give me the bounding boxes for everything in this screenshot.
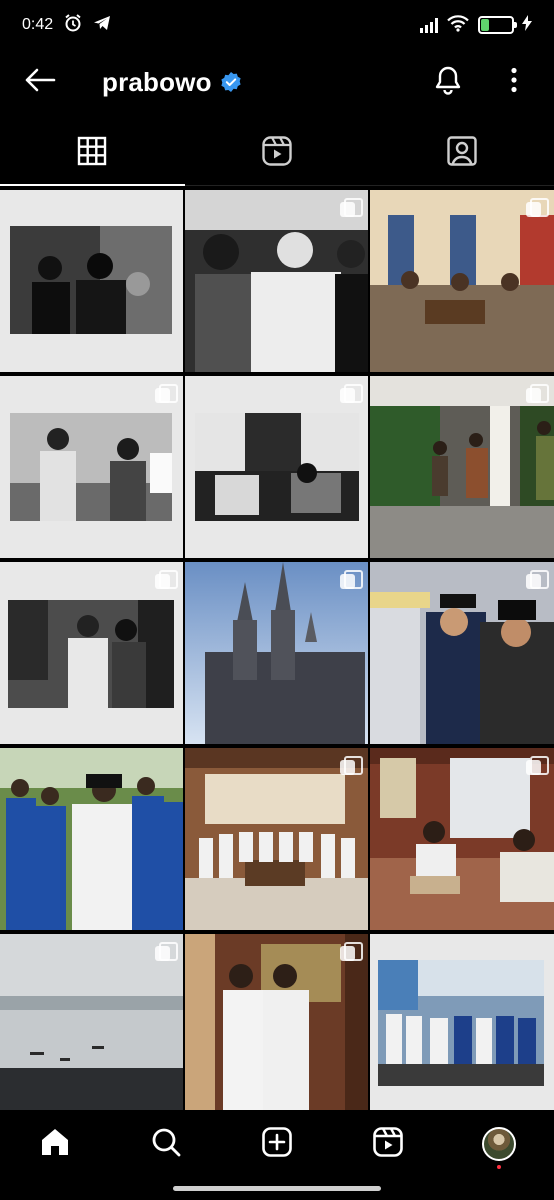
post-image xyxy=(195,413,359,521)
multiple-photos-icon xyxy=(340,942,363,962)
verified-badge-icon xyxy=(220,71,242,93)
multiple-photos-icon xyxy=(340,756,363,776)
post-image xyxy=(10,413,172,521)
post-thumbnail[interactable] xyxy=(0,748,183,930)
search-icon xyxy=(150,1126,182,1163)
profile-avatar-icon xyxy=(481,1127,516,1169)
notifications-button[interactable] xyxy=(428,62,468,102)
signal-icon xyxy=(420,17,438,33)
multiple-photos-icon xyxy=(340,198,363,218)
tab-reels[interactable] xyxy=(185,122,370,185)
post-thumbnail[interactable] xyxy=(370,190,554,372)
post-thumbnail[interactable] xyxy=(370,748,554,930)
post-thumbnail[interactable] xyxy=(370,562,554,744)
notification-dot xyxy=(496,1165,501,1169)
alarm-icon xyxy=(63,13,83,38)
grid-icon xyxy=(77,136,107,171)
multiple-photos-icon xyxy=(340,384,363,404)
nav-search[interactable] xyxy=(111,1126,222,1162)
nav-create[interactable] xyxy=(222,1126,333,1162)
post-thumbnail[interactable] xyxy=(370,376,554,558)
profile-header: prabowo xyxy=(0,50,554,114)
profile-tabs xyxy=(0,122,554,186)
clock-text: 0:42 xyxy=(22,16,54,33)
back-arrow-icon xyxy=(24,68,56,97)
battery-level-text: 30 xyxy=(489,19,503,31)
status-bar: 0:42 30 xyxy=(0,0,554,50)
post-thumbnail[interactable] xyxy=(370,934,554,1110)
telegram-icon xyxy=(93,14,111,37)
battery-icon: 30 xyxy=(478,16,517,34)
post-thumbnail[interactable] xyxy=(185,562,368,744)
nav-reels[interactable] xyxy=(332,1126,443,1162)
nav-home[interactable] xyxy=(0,1126,111,1162)
reels-icon xyxy=(261,135,293,172)
profile-username: prabowo xyxy=(102,66,212,97)
bell-icon xyxy=(434,65,462,100)
post-image xyxy=(378,960,544,1086)
tab-grid[interactable] xyxy=(0,122,185,186)
home-indicator xyxy=(173,1186,381,1191)
charging-icon xyxy=(522,14,532,36)
post-thumbnail[interactable] xyxy=(0,934,183,1110)
nav-profile[interactable] xyxy=(443,1126,554,1169)
wifi-icon xyxy=(446,14,470,37)
home-icon xyxy=(39,1126,71,1163)
post-thumbnail[interactable] xyxy=(185,376,368,558)
multiple-photos-icon xyxy=(526,570,549,590)
post-thumbnail[interactable] xyxy=(0,376,183,558)
more-vertical-icon xyxy=(510,67,518,98)
post-image xyxy=(10,226,172,334)
multiple-photos-icon xyxy=(155,942,178,962)
post-image xyxy=(8,600,174,708)
multiple-photos-icon xyxy=(340,570,363,590)
multiple-photos-icon xyxy=(526,198,549,218)
multiple-photos-icon xyxy=(526,756,549,776)
tab-tagged[interactable] xyxy=(369,122,554,185)
more-options-button[interactable] xyxy=(494,62,534,102)
multiple-photos-icon xyxy=(526,384,549,404)
post-thumbnail[interactable] xyxy=(0,562,183,744)
back-button[interactable] xyxy=(20,62,60,102)
multiple-photos-icon xyxy=(155,384,178,404)
post-image xyxy=(0,748,183,930)
post-thumbnail[interactable] xyxy=(185,748,368,930)
posts-grid xyxy=(0,190,554,1110)
tagged-person-icon xyxy=(446,135,478,172)
post-thumbnail[interactable] xyxy=(185,934,368,1110)
multiple-photos-icon xyxy=(155,570,178,590)
post-thumbnail[interactable] xyxy=(0,190,183,372)
post-thumbnail[interactable] xyxy=(185,190,368,372)
add-post-icon xyxy=(261,1126,293,1163)
reels-icon xyxy=(372,1126,404,1163)
